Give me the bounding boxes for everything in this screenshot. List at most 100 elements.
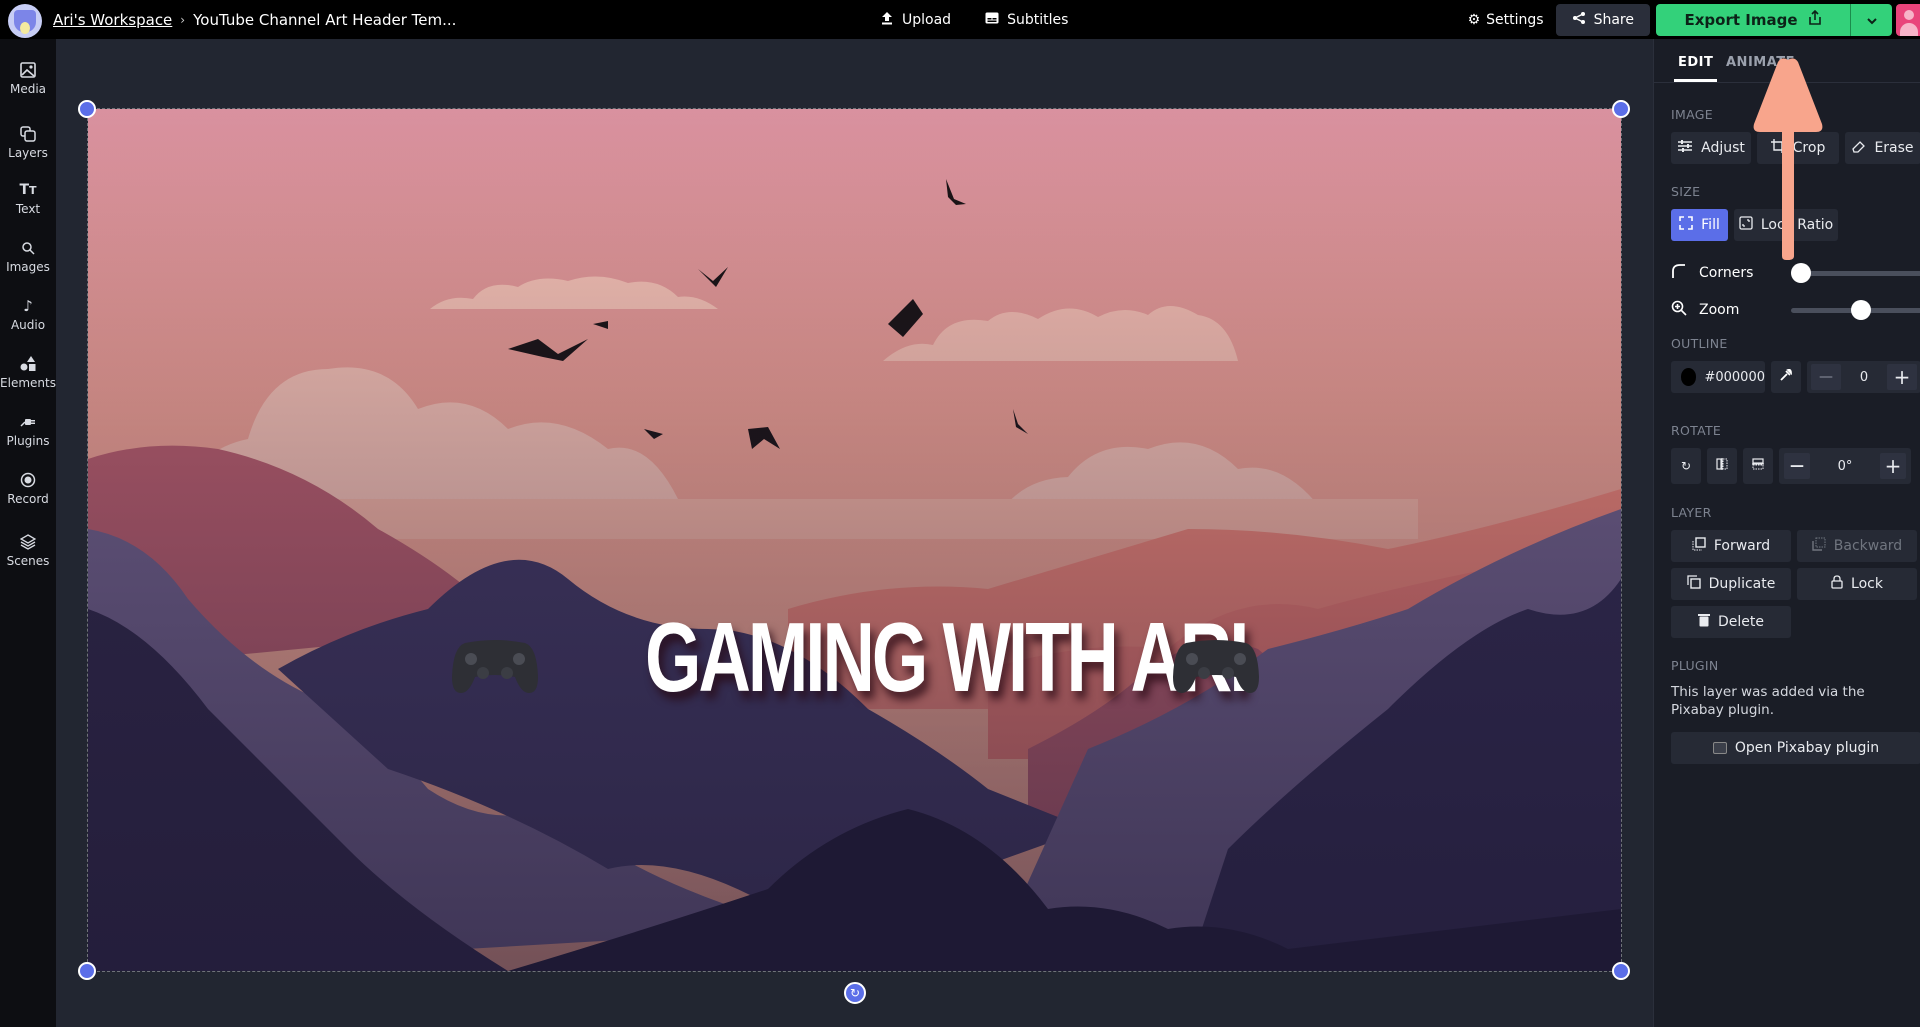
upload-icon bbox=[880, 11, 894, 29]
export-image-button[interactable]: Export Image bbox=[1656, 3, 1850, 36]
share-button[interactable]: Share bbox=[1555, 3, 1650, 36]
flip-vertical-icon bbox=[1752, 458, 1764, 474]
tab-animate[interactable]: ANIMATE bbox=[1726, 55, 1795, 70]
upload-button[interactable]: Upload bbox=[880, 11, 951, 29]
corners-label: Corners bbox=[1699, 265, 1754, 281]
crop-icon bbox=[1770, 139, 1785, 157]
rotate-button[interactable]: ↻ bbox=[1671, 448, 1701, 484]
layers-icon bbox=[19, 125, 37, 143]
sidebar-item-record[interactable]: Record bbox=[0, 471, 56, 506]
record-icon bbox=[19, 471, 37, 489]
plus-icon[interactable]: + bbox=[1880, 453, 1906, 479]
breadcrumb: Ari's Workspace › YouTube Channel Art He… bbox=[53, 0, 456, 39]
outline-width-stepper: — 0 + bbox=[1807, 361, 1920, 393]
sidebar-item-images[interactable]: Images bbox=[0, 239, 56, 274]
headline-group[interactable]: GAMING WITH ARI bbox=[88, 607, 1621, 707]
outline-color-value: #000000 bbox=[1704, 369, 1765, 385]
rotate-cw-icon: ↻ bbox=[1680, 459, 1692, 473]
plugin-section-label: PLUGIN bbox=[1671, 658, 1719, 673]
outline-color-picker[interactable]: #000000 bbox=[1671, 361, 1765, 393]
sidebar-label: Layers bbox=[8, 146, 48, 160]
center-actions: Upload Subtitles bbox=[880, 0, 1068, 39]
eyedropper-button[interactable] bbox=[1771, 361, 1801, 393]
sidebar-label: Audio bbox=[10, 318, 46, 332]
adjust-button[interactable]: Adjust bbox=[1671, 132, 1751, 164]
sidebar-item-audio[interactable]: ♪ Audio bbox=[0, 297, 56, 332]
erase-button[interactable]: Erase bbox=[1845, 132, 1920, 164]
sidebar-item-scenes[interactable]: Scenes bbox=[0, 533, 56, 568]
duplicate-button[interactable]: Duplicate bbox=[1671, 568, 1791, 600]
sidebar-label: Plugins bbox=[6, 434, 50, 448]
lock-ratio-label: Lock Ratio bbox=[1760, 217, 1834, 233]
chevron-down-icon bbox=[1866, 10, 1878, 29]
sidebar-label: Images bbox=[6, 260, 50, 274]
zoom-slider[interactable] bbox=[1791, 299, 1920, 320]
share-icon bbox=[1572, 11, 1586, 29]
open-plugin-label: Open Pixabay plugin bbox=[1734, 740, 1880, 756]
export-icon bbox=[1808, 9, 1822, 30]
plugin-description: This layer was added via the Pixabay plu… bbox=[1671, 684, 1865, 718]
erase-label: Erase bbox=[1874, 140, 1914, 156]
open-pixabay-plugin-button[interactable]: Open Pixabay plugin bbox=[1671, 732, 1920, 764]
sidebar-label: Elements bbox=[0, 376, 56, 390]
rotate-handle[interactable]: ↻ bbox=[844, 982, 866, 1004]
zoom-label: Zoom bbox=[1699, 302, 1740, 318]
sidebar-item-layers[interactable]: Layers bbox=[0, 125, 56, 160]
export-options-button[interactable] bbox=[1850, 3, 1892, 36]
plus-icon[interactable]: + bbox=[1887, 364, 1917, 390]
export-label: Export Image bbox=[1684, 10, 1798, 29]
outline-width-value[interactable]: 0 bbox=[1860, 370, 1868, 385]
fill-button[interactable]: Fill bbox=[1671, 209, 1728, 241]
sidebar-item-media[interactable]: Media bbox=[0, 61, 56, 96]
user-avatar-icon[interactable] bbox=[1896, 3, 1920, 36]
sidebar-item-text[interactable]: TT Text bbox=[0, 181, 56, 216]
tab-edit[interactable]: EDIT bbox=[1673, 55, 1718, 82]
pixabay-icon bbox=[1712, 742, 1727, 754]
expand-icon bbox=[1679, 216, 1693, 234]
workspace-link[interactable]: Ari's Workspace bbox=[53, 11, 172, 29]
lock-ratio-button[interactable]: Lock Ratio bbox=[1734, 209, 1838, 241]
fill-label: Fill bbox=[1701, 217, 1720, 233]
panel-tabs: EDIT ANIMATE bbox=[1654, 39, 1920, 83]
chevron-right-icon: › bbox=[180, 12, 186, 27]
project-title[interactable]: YouTube Channel Art Header Tem... bbox=[193, 11, 456, 29]
resize-handle-bottom-left[interactable] bbox=[78, 962, 96, 980]
gamepad-icon bbox=[1173, 640, 1259, 693]
resize-handle-top-left[interactable] bbox=[78, 100, 96, 118]
flip-horizontal-button[interactable] bbox=[1707, 448, 1737, 484]
headline-text[interactable]: GAMING WITH ARI bbox=[645, 607, 1249, 707]
right-actions: ⚙ Settings Share Export Image bbox=[1468, 0, 1920, 39]
lock-button[interactable]: Lock bbox=[1797, 568, 1917, 600]
send-backward-button[interactable]: Backward bbox=[1797, 530, 1917, 562]
minus-icon[interactable]: — bbox=[1784, 453, 1810, 479]
flip-vertical-button[interactable] bbox=[1743, 448, 1773, 484]
corners-slider[interactable] bbox=[1791, 262, 1920, 283]
gear-icon: ⚙ bbox=[1467, 11, 1481, 28]
top-bar: Ari's Workspace › YouTube Channel Art He… bbox=[0, 0, 1920, 39]
sidebar-item-plugins[interactable]: Plugins bbox=[0, 413, 56, 448]
resize-handle-bottom-right[interactable] bbox=[1612, 962, 1630, 980]
stack-icon bbox=[19, 533, 37, 551]
subtitles-button[interactable]: Subtitles bbox=[985, 12, 1068, 28]
minus-icon[interactable]: — bbox=[1811, 364, 1841, 390]
rotation-value[interactable]: 0° bbox=[1838, 459, 1853, 474]
cat-avatar-icon[interactable] bbox=[8, 4, 42, 38]
color-swatch bbox=[1681, 368, 1697, 386]
resize-handle-top-right[interactable] bbox=[1612, 100, 1630, 118]
delete-button[interactable]: Delete bbox=[1671, 606, 1791, 638]
sidebar-item-elements[interactable]: Elements bbox=[0, 355, 56, 390]
crop-button[interactable]: Crop bbox=[1757, 132, 1839, 164]
lock-label: Lock bbox=[1851, 576, 1883, 592]
bring-forward-button[interactable]: Forward bbox=[1671, 530, 1791, 562]
settings-button[interactable]: ⚙ Settings bbox=[1468, 12, 1544, 28]
rotate-section-label: ROTATE bbox=[1671, 423, 1722, 438]
duplicate-icon bbox=[1686, 575, 1701, 593]
share-label: Share bbox=[1593, 11, 1634, 28]
duplicate-label: Duplicate bbox=[1708, 576, 1776, 592]
rotate-icon: ↻ bbox=[849, 986, 861, 1000]
zoom-slider-thumb[interactable] bbox=[1851, 299, 1871, 320]
plug-icon bbox=[19, 413, 37, 431]
corners-slider-thumb[interactable] bbox=[1791, 262, 1811, 283]
music-note-icon: ♪ bbox=[23, 297, 33, 315]
design-canvas[interactable]: GAMING WITH ARI bbox=[87, 108, 1622, 972]
